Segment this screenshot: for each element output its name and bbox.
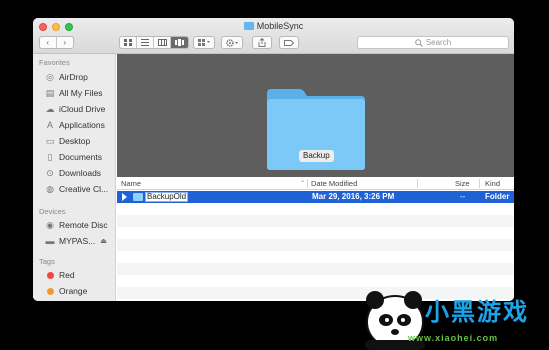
arrange-button[interactable] [193, 36, 215, 49]
sidebar-item-documents[interactable]: ▯ Documents [44, 150, 114, 164]
sidebar-header-tags: Tags [39, 257, 55, 266]
sidebar-item-downloads[interactable]: ⊙ Downloads [44, 166, 114, 180]
orange-tag-dot-icon [44, 287, 56, 295]
sidebar-item-label: iCloud Drive [59, 104, 106, 114]
empty-row [117, 263, 514, 275]
sidebar-item-all-my-files[interactable]: ▤ All My Files [44, 86, 114, 100]
disc-icon: ◉ [46, 219, 54, 230]
row-size: -- [460, 192, 466, 201]
columns-icon [157, 39, 167, 46]
cover-flow-preview: Backup [117, 54, 514, 177]
sidebar-item-label: Red [59, 270, 75, 280]
sidebar-item-label: Orange [59, 286, 88, 296]
column-header-size[interactable]: Size [455, 179, 470, 188]
red-tag-dot-icon [44, 271, 56, 279]
sidebar-item-applications[interactable]: A Applications [44, 118, 114, 132]
column-view-button[interactable] [154, 37, 171, 48]
cover-flow-view-button[interactable] [171, 37, 188, 48]
sort-chevron-icon: ⌃ [300, 181, 306, 187]
column-header-kind[interactable]: Kind [485, 179, 500, 188]
creative-cloud-icon: ◍ [46, 183, 54, 194]
gear-icon [225, 38, 238, 47]
search-icon [415, 38, 423, 47]
preview-folder-label: Backup [299, 150, 334, 162]
all-files-icon: ▤ [45, 87, 55, 98]
sidebar-header-favorites: Favorites [39, 58, 70, 67]
sidebar-header-devices: Devices [39, 207, 66, 216]
row-date: Mar 29, 2016, 3:26 PM [312, 192, 395, 201]
empty-row [117, 203, 514, 215]
sidebar-item-label: Creative Cl... [59, 184, 109, 194]
search-placeholder: Search [425, 38, 452, 47]
documents-icon: ▯ [47, 151, 53, 162]
empty-row [117, 251, 514, 263]
icon-view-button[interactable] [120, 37, 137, 48]
grid-icon [124, 39, 132, 46]
drive-icon: ▬ [45, 236, 55, 246]
empty-row [117, 227, 514, 239]
sidebar-item-remote-disc[interactable]: ◉ Remote Disc [44, 218, 114, 232]
row-name-edit[interactable]: BackupOld [145, 192, 189, 202]
table-row[interactable]: BackupOld Mar 29, 2016, 3:26 PM -- Folde… [117, 191, 514, 203]
forward-button[interactable]: › [57, 37, 73, 48]
column-divider [417, 179, 418, 188]
action-button[interactable] [221, 36, 243, 49]
list-header: Name ⌃ Date Modified Size Kind [117, 177, 514, 190]
cover-flow-icon [175, 39, 184, 46]
sidebar-item-icloud-drive[interactable]: ☁ iCloud Drive [44, 102, 114, 116]
watermark-text: 小黑游戏 [425, 298, 529, 326]
desktop-icon: ▭ [45, 135, 55, 146]
finder-window: MobileSync ‹ › Search Favorites ◎ AirDro… [33, 18, 514, 301]
eject-icon[interactable]: ⏏ [100, 237, 107, 245]
folder-icon [243, 22, 254, 30]
folder-icon [133, 193, 143, 201]
sidebar-item-tag-red[interactable]: Red [44, 268, 114, 282]
tag-icon [284, 39, 294, 46]
search-field[interactable]: Search [357, 36, 509, 49]
list-view-button[interactable] [137, 37, 154, 48]
applications-icon: A [46, 120, 53, 130]
sidebar-item-label: Downloads [59, 168, 102, 178]
disclosure-triangle-icon[interactable] [122, 193, 127, 201]
sidebar-item-desktop[interactable]: ▭ Desktop [44, 134, 114, 148]
sidebar: Favorites ◎ AirDrop ▤ All My Files ☁ iCloud… [33, 54, 116, 301]
sidebar-item-label: Remote Disc [59, 220, 108, 230]
sidebar-item-label: AirDrop [59, 72, 88, 82]
sidebar-item-creative-cloud[interactable]: ◍ Creative Cl... [44, 182, 114, 196]
empty-row [117, 215, 514, 227]
share-button[interactable] [252, 36, 272, 49]
view-switcher [119, 36, 189, 49]
sidebar-item-label: MYPAS... [59, 236, 96, 246]
sidebar-item-label: Desktop [59, 136, 91, 146]
window-title-text: MobileSync [256, 21, 304, 31]
tags-button[interactable] [279, 36, 299, 49]
share-icon [258, 38, 266, 47]
sidebar-item-tag-orange[interactable]: Orange [44, 284, 114, 298]
empty-row [117, 239, 514, 251]
sidebar-item-airdrop[interactable]: ◎ AirDrop [44, 70, 114, 84]
column-header-name[interactable]: Name [121, 179, 141, 188]
sidebar-item-label: All My Files [59, 88, 103, 98]
nav-buttons: ‹ › [39, 36, 74, 49]
airdrop-icon: ◎ [46, 71, 54, 82]
list-icon [141, 39, 149, 46]
column-divider [307, 179, 308, 188]
downloads-icon: ⊙ [46, 167, 54, 178]
column-header-date[interactable]: Date Modified [311, 179, 357, 188]
watermark-url: www.xiaohei.com [408, 333, 499, 343]
sidebar-item-mypassport[interactable]: ▬ MYPAS... ⏏ [44, 234, 114, 248]
column-divider [479, 179, 480, 188]
arrange-icon [198, 39, 210, 46]
title-bar: MobileSync ‹ › Search [33, 18, 514, 54]
sidebar-item-label: Applications [59, 120, 105, 130]
row-kind: Folder [485, 192, 510, 201]
cloud-icon: ☁ [45, 103, 55, 114]
sidebar-item-label: Documents [59, 152, 102, 162]
window-title: MobileSync [33, 21, 514, 31]
back-button[interactable]: ‹ [40, 37, 57, 48]
